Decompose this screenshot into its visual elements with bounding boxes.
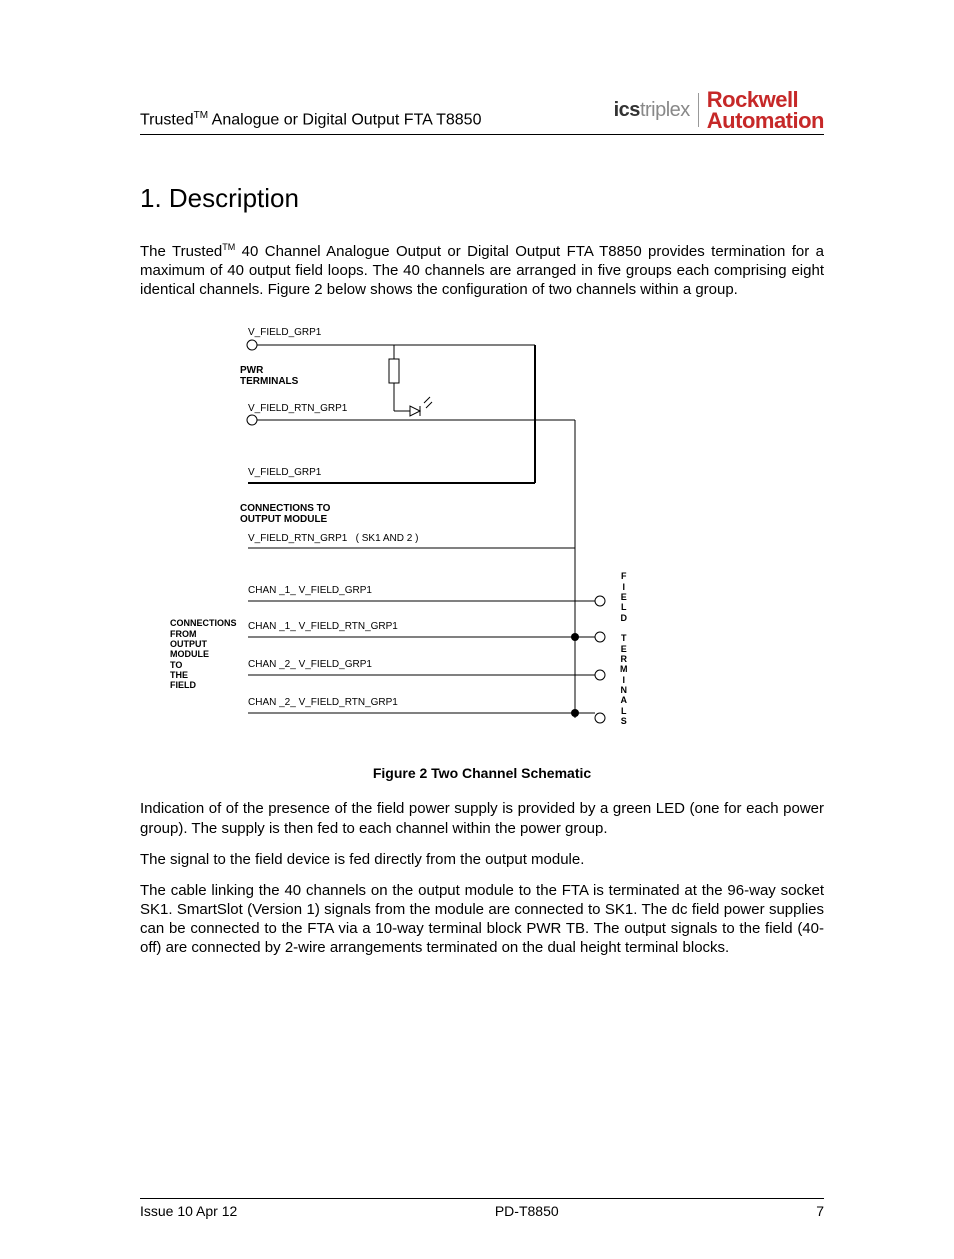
lbl-pwr-terminals: PWR TERMINALS — [240, 365, 298, 387]
header-title-rest: Analogue or Digital Output FTA T8850 — [208, 112, 481, 129]
lbl-chan2v: CHAN _2_ V_FIELD_GRP1 — [248, 659, 372, 670]
lbl-vfield-top: V_FIELD_GRP1 — [248, 327, 321, 338]
page-header: TrustedTM Analogue or Digital Output FTA… — [140, 90, 824, 135]
header-logos: icstriplex Rockwell Automation — [614, 90, 824, 132]
paragraph-3: The signal to the field device is fed di… — [140, 850, 824, 869]
lbl-side-left: CONNECTIONS FROM OUTPUT MODULE TO THE FI… — [170, 618, 238, 690]
lbl-conn-output: CONNECTIONS TO OUTPUT MODULE — [240, 503, 330, 525]
lbl-chan2rtn: CHAN _2_ V_FIELD_RTN_GRP1 — [248, 697, 398, 708]
header-title-tm: TM — [194, 110, 208, 121]
section-heading: 1. Description — [140, 183, 824, 214]
schematic-diagram: V_FIELD_GRP1 PWR TERMINALS V_FIELD_RTN_G… — [240, 323, 670, 743]
footer-page-number: 7 — [816, 1203, 824, 1219]
page-footer: Issue 10 Apr 12 PD-T8850 7 — [140, 1198, 824, 1219]
rockwell-automation-logo: Rockwell Automation — [707, 90, 824, 132]
header-title-prefix: Trusted — [140, 112, 194, 129]
ics-triplex-logo: icstriplex — [614, 99, 690, 122]
lbl-side-right: F I E L D T E R M I N A L S — [620, 571, 628, 726]
figure-caption: Figure 2 Two Channel Schematic — [140, 765, 824, 781]
figure-2: V_FIELD_GRP1 PWR TERMINALS V_FIELD_RTN_G… — [140, 323, 824, 781]
paragraph-1: The TrustedTM 40 Channel Analogue Output… — [140, 242, 824, 300]
paragraph-4: The cable linking the 40 channels on the… — [140, 881, 824, 958]
lbl-chan1rtn: CHAN _1_ V_FIELD_RTN_GRP1 — [248, 621, 398, 632]
lbl-vfield-mid: V_FIELD_GRP1 — [248, 467, 321, 478]
lbl-vfieldrtn-sk: V_FIELD_RTN_GRP1 ( SK1 AND 2 ) — [248, 533, 418, 544]
logo-separator — [698, 93, 699, 127]
header-title: TrustedTM Analogue or Digital Output FTA… — [140, 110, 481, 131]
lbl-vfieldrtn-top: V_FIELD_RTN_GRP1 — [248, 403, 347, 414]
footer-docid: PD-T8850 — [495, 1203, 559, 1219]
paragraph-2: Indication of of the presence of the fie… — [140, 799, 824, 837]
footer-issue: Issue 10 Apr 12 — [140, 1203, 237, 1219]
lbl-chan1v: CHAN _1_ V_FIELD_GRP1 — [248, 585, 372, 596]
